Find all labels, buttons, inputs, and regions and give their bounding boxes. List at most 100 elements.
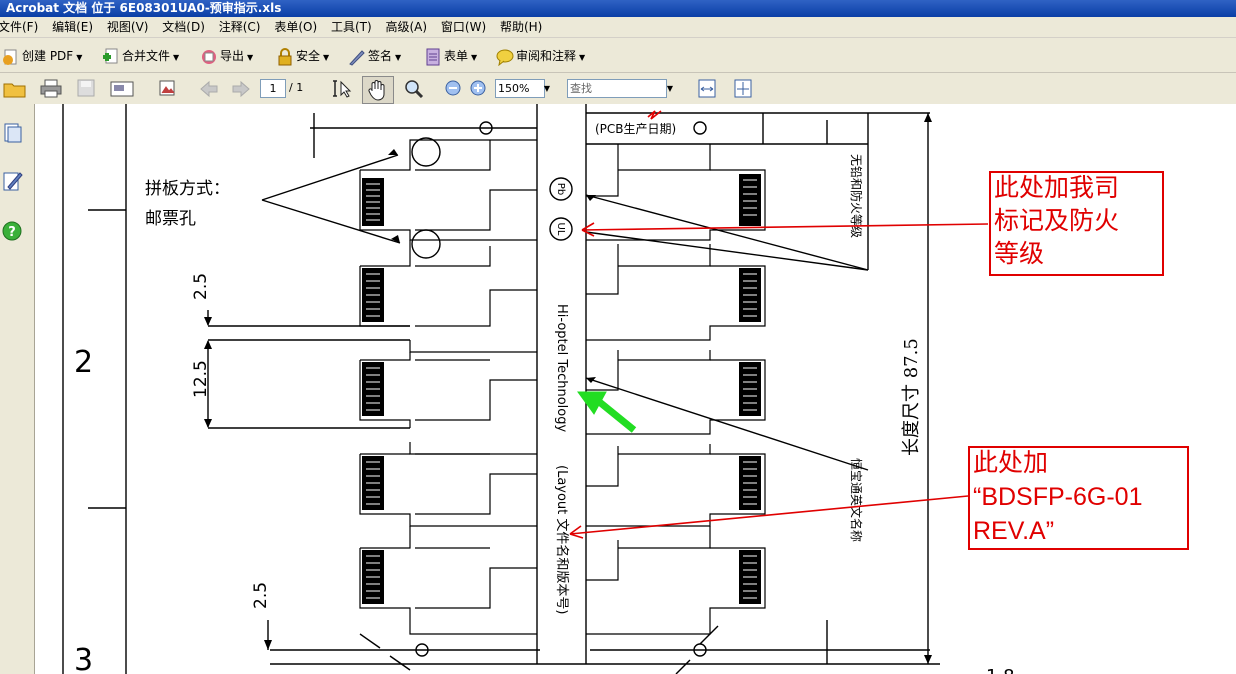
email-icon xyxy=(110,81,134,97)
folder-icon xyxy=(3,83,26,98)
menu-file[interactable]: 文件(F) xyxy=(0,17,44,37)
panel-method-label: 拼板方式： xyxy=(145,179,230,199)
ul-mark: UL xyxy=(555,223,566,236)
pen-icon xyxy=(348,48,366,66)
signatures-panel-button[interactable] xyxy=(2,170,24,192)
review-comment-label: 审阅和注释 xyxy=(516,49,577,63)
annotation-company-mark: 此处加我司 标记及防火 等级 xyxy=(989,171,1164,276)
page-count: / 1 xyxy=(289,81,304,94)
arrow-down-icon xyxy=(232,80,250,98)
stamp-hole-label: 邮票孔 xyxy=(145,209,196,229)
navigation-pane: ? xyxy=(0,104,35,674)
navigation-toolbar: 1 / 1 150% ▼ 查找 ▼ xyxy=(0,73,1236,105)
hand-icon xyxy=(368,80,385,101)
pcb-date-label: (PCB生产日期) xyxy=(595,122,676,136)
document-view[interactable]: UL Pb 拼板方式： 邮票孔 无铅和防火等级 恒宝通英文名称 长度尺寸 87.… xyxy=(35,104,1236,674)
annotation-1-line-2: 标记及防火 xyxy=(994,207,1120,235)
annotation-2-line-2: “BDSFP-6G-01 xyxy=(973,483,1143,511)
text-cursor-icon xyxy=(333,80,352,98)
combine-files-label: 合并文件 xyxy=(122,49,171,63)
layout-filename-label: (Layout 文件名和版本号) xyxy=(554,465,570,614)
menu-edit[interactable]: 编辑(E) xyxy=(52,17,99,37)
chevron-down-icon: ▼ xyxy=(76,53,83,62)
annotation-2-line-1: 此处加 xyxy=(973,449,1049,477)
fit-page-button[interactable] xyxy=(733,79,753,98)
email-button[interactable] xyxy=(110,79,134,98)
chevron-down-icon: ▼ xyxy=(395,53,402,62)
export-button[interactable]: 导出 ▼ xyxy=(200,46,253,66)
vendor-english-name-label: 恒宝通英文名称 xyxy=(849,458,864,542)
pages-panel-button[interactable] xyxy=(2,122,24,144)
open-folder-button[interactable] xyxy=(3,79,27,98)
select-tool-button[interactable] xyxy=(330,79,354,98)
menu-window[interactable]: 窗口(W) xyxy=(441,17,492,37)
help-button[interactable]: ? xyxy=(2,220,24,242)
lock-icon xyxy=(276,47,294,66)
forms-button[interactable]: 表单 ▼ xyxy=(424,46,477,66)
image-icon xyxy=(159,80,175,96)
menu-help[interactable]: 帮助(H) xyxy=(500,17,548,37)
comment-icon xyxy=(496,48,514,66)
svg-text:?: ? xyxy=(8,225,16,240)
previous-page-button[interactable] xyxy=(198,79,220,98)
menu-comment[interactable]: 注释(C) xyxy=(219,17,267,37)
task-toolbar: 创建 PDF ▼ 合并文件 ▼ 导出 ▼ 安全 ▼ 签名 ▼ 表单 ▼ 审阅和注释 ▼ xyxy=(0,38,1236,73)
annotation-1-line-1: 此处加我司 xyxy=(994,174,1120,202)
search-input[interactable]: 查找 xyxy=(567,79,667,98)
create-pdf-label: 创建 PDF xyxy=(22,49,74,63)
chevron-down-icon: ▼ xyxy=(323,53,330,62)
annotation-layout-version: 此处加 “BDSFP-6G-01 REV.A” xyxy=(968,446,1189,550)
menu-view[interactable]: 视图(V) xyxy=(107,17,155,37)
sign-button[interactable]: 签名 ▼ xyxy=(348,46,401,66)
zoom-out-button[interactable] xyxy=(444,79,462,98)
zoom-dropdown-chevron-icon[interactable]: ▼ xyxy=(541,80,553,97)
next-page-button[interactable] xyxy=(230,79,252,98)
security-button[interactable]: 安全 ▼ xyxy=(276,46,329,66)
pb-mark: Pb xyxy=(555,183,566,195)
zoom-out-icon xyxy=(445,80,461,96)
annotation-1-line-3: 等级 xyxy=(994,240,1045,268)
save-button[interactable] xyxy=(76,79,96,98)
search-dropdown-chevron-icon[interactable]: ▼ xyxy=(664,80,676,97)
dimension-1-8: 1.8 xyxy=(986,666,1015,674)
select-image-button[interactable] xyxy=(157,79,179,98)
create-pdf-icon xyxy=(2,48,20,66)
menu-document[interactable]: 文档(D) xyxy=(162,17,211,37)
create-pdf-button[interactable]: 创建 PDF ▼ xyxy=(2,46,82,66)
window-title-bar: Acrobat 文档 位于 6E08301UA0-预审指示.xls xyxy=(0,0,1236,17)
hand-tool-button[interactable] xyxy=(362,76,394,104)
dimension-2-5-bottom: 2.5 xyxy=(251,582,271,609)
page-number-input[interactable]: 1 xyxy=(260,79,286,98)
annotation-2-line-3: REV.A” xyxy=(973,517,1055,545)
chevron-down-icon: ▼ xyxy=(579,53,586,62)
arrow-up-icon xyxy=(200,80,218,98)
chevron-down-icon: ▼ xyxy=(173,53,180,62)
review-comment-button[interactable]: 审阅和注释 ▼ xyxy=(496,46,585,66)
zoom-level-input[interactable]: 150% xyxy=(495,79,545,98)
chevron-down-icon: ▼ xyxy=(471,53,478,62)
signature-icon xyxy=(3,172,23,191)
menu-tools[interactable]: 工具(T) xyxy=(331,17,378,37)
zoom-tool-button[interactable] xyxy=(402,79,426,99)
pages-icon xyxy=(4,123,22,143)
hi-optel-technology-label: Hi-optel Technology xyxy=(554,304,569,432)
fit-width-icon xyxy=(698,79,716,98)
combine-files-button[interactable]: 合并文件 ▼ xyxy=(102,46,179,66)
fit-width-button[interactable] xyxy=(697,79,717,98)
row-number-3: 3 xyxy=(74,643,93,674)
form-icon xyxy=(424,48,442,66)
magnifier-icon xyxy=(405,80,424,99)
menu-advanced[interactable]: 高级(A) xyxy=(385,17,433,37)
zoom-in-button[interactable] xyxy=(469,79,487,98)
combine-files-icon xyxy=(102,48,120,66)
menu-form[interactable]: 表单(O) xyxy=(274,17,323,37)
print-icon xyxy=(40,79,62,98)
print-button[interactable] xyxy=(40,79,62,98)
chevron-down-icon: ▼ xyxy=(247,53,254,62)
fit-page-icon xyxy=(734,79,752,98)
save-icon xyxy=(77,79,95,97)
zoom-in-icon xyxy=(470,80,486,96)
menu-bar: 文件(F) 编辑(E) 视图(V) 文档(D) 注释(C) 表单(O) 工具(T… xyxy=(0,17,1236,38)
help-icon: ? xyxy=(2,221,22,241)
dimension-2-5-top: 2.5 xyxy=(191,273,211,300)
